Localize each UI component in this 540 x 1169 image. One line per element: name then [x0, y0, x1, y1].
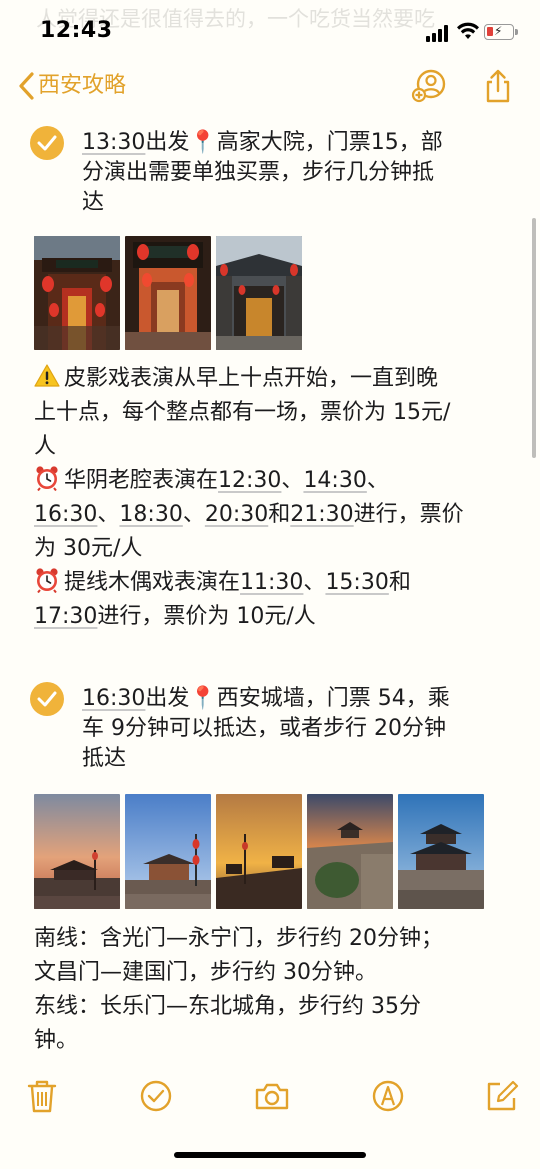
performance-notes: 皮影戏表演从早上十点开始，一直到晚 上十点，每个整点都有一场，票价为 15元/ …	[34, 362, 514, 634]
add-people-icon[interactable]	[410, 68, 446, 104]
bottom-toolbar	[0, 1072, 540, 1122]
compose-icon[interactable]	[484, 1078, 520, 1114]
photo-city-wall-golden[interactable]	[216, 794, 302, 909]
checklist-item-2-text: 16:30出发📍西安城墙，门票 54，乘 车 9分钟可以抵达，或者步行 20分钟…	[82, 686, 450, 771]
photo-city-wall-sunset-1[interactable]	[34, 794, 120, 909]
share-icon[interactable]	[480, 68, 516, 104]
wifi-icon	[457, 22, 479, 39]
camera-icon[interactable]	[254, 1078, 290, 1114]
trash-icon[interactable]	[24, 1078, 60, 1114]
photo-gaojia-gate-1[interactable]	[34, 236, 120, 350]
city-wall-routes: 南线：含光门—永宁门，步行约 20分钟； 文昌门—建国门，步行约 30分钟。 东…	[34, 926, 443, 1053]
cellular-signal-icon	[426, 24, 452, 42]
checkbox-checked-icon[interactable]	[30, 126, 64, 160]
nav-bar: 西安攻略	[0, 62, 540, 112]
back-label: 西安攻略	[38, 73, 127, 98]
time-link[interactable]: 13:30	[82, 130, 145, 155]
status-time: 12:43	[40, 18, 113, 43]
alarm-clock-icon	[36, 466, 58, 491]
markup-pen-icon[interactable]	[370, 1078, 406, 1114]
photo-gaojia-courtyard[interactable]	[216, 236, 302, 350]
status-bar: 12:43 ⚡	[0, 0, 540, 60]
photo-city-wall-tower[interactable]	[398, 794, 484, 909]
checklist-item-1-text: 13:30出发📍高家大院，门票15，部 分演出需要单独买票，步行几分钟抵 达	[82, 130, 443, 215]
scroll-indicator[interactable]	[532, 218, 536, 458]
checklist-icon[interactable]	[138, 1078, 174, 1114]
checkbox-checked-icon[interactable]	[30, 682, 64, 716]
alarm-clock-icon	[36, 568, 58, 593]
warning-icon	[34, 364, 60, 387]
image-row-1	[34, 236, 302, 350]
notes-screen: 人觉得还是很值得去的，一个吃货当然要吃 12:43 ⚡ 西安攻略 13:30出发…	[0, 0, 540, 1169]
note-content[interactable]: 13:30出发📍高家大院，门票15，部 分演出需要单独买票，步行几分钟抵 达 皮…	[0, 118, 540, 1063]
photo-city-wall-corner[interactable]	[307, 794, 393, 909]
home-indicator[interactable]	[174, 1152, 366, 1158]
time-link[interactable]: 16:30	[82, 686, 145, 711]
photo-gaojia-gate-2[interactable]	[125, 236, 211, 350]
photo-city-wall-blue-sky[interactable]	[125, 794, 211, 909]
battery-icon: ⚡	[484, 24, 518, 40]
image-row-2	[34, 794, 484, 909]
chevron-left-icon	[19, 72, 34, 100]
back-button[interactable]: 西安攻略	[14, 70, 126, 102]
